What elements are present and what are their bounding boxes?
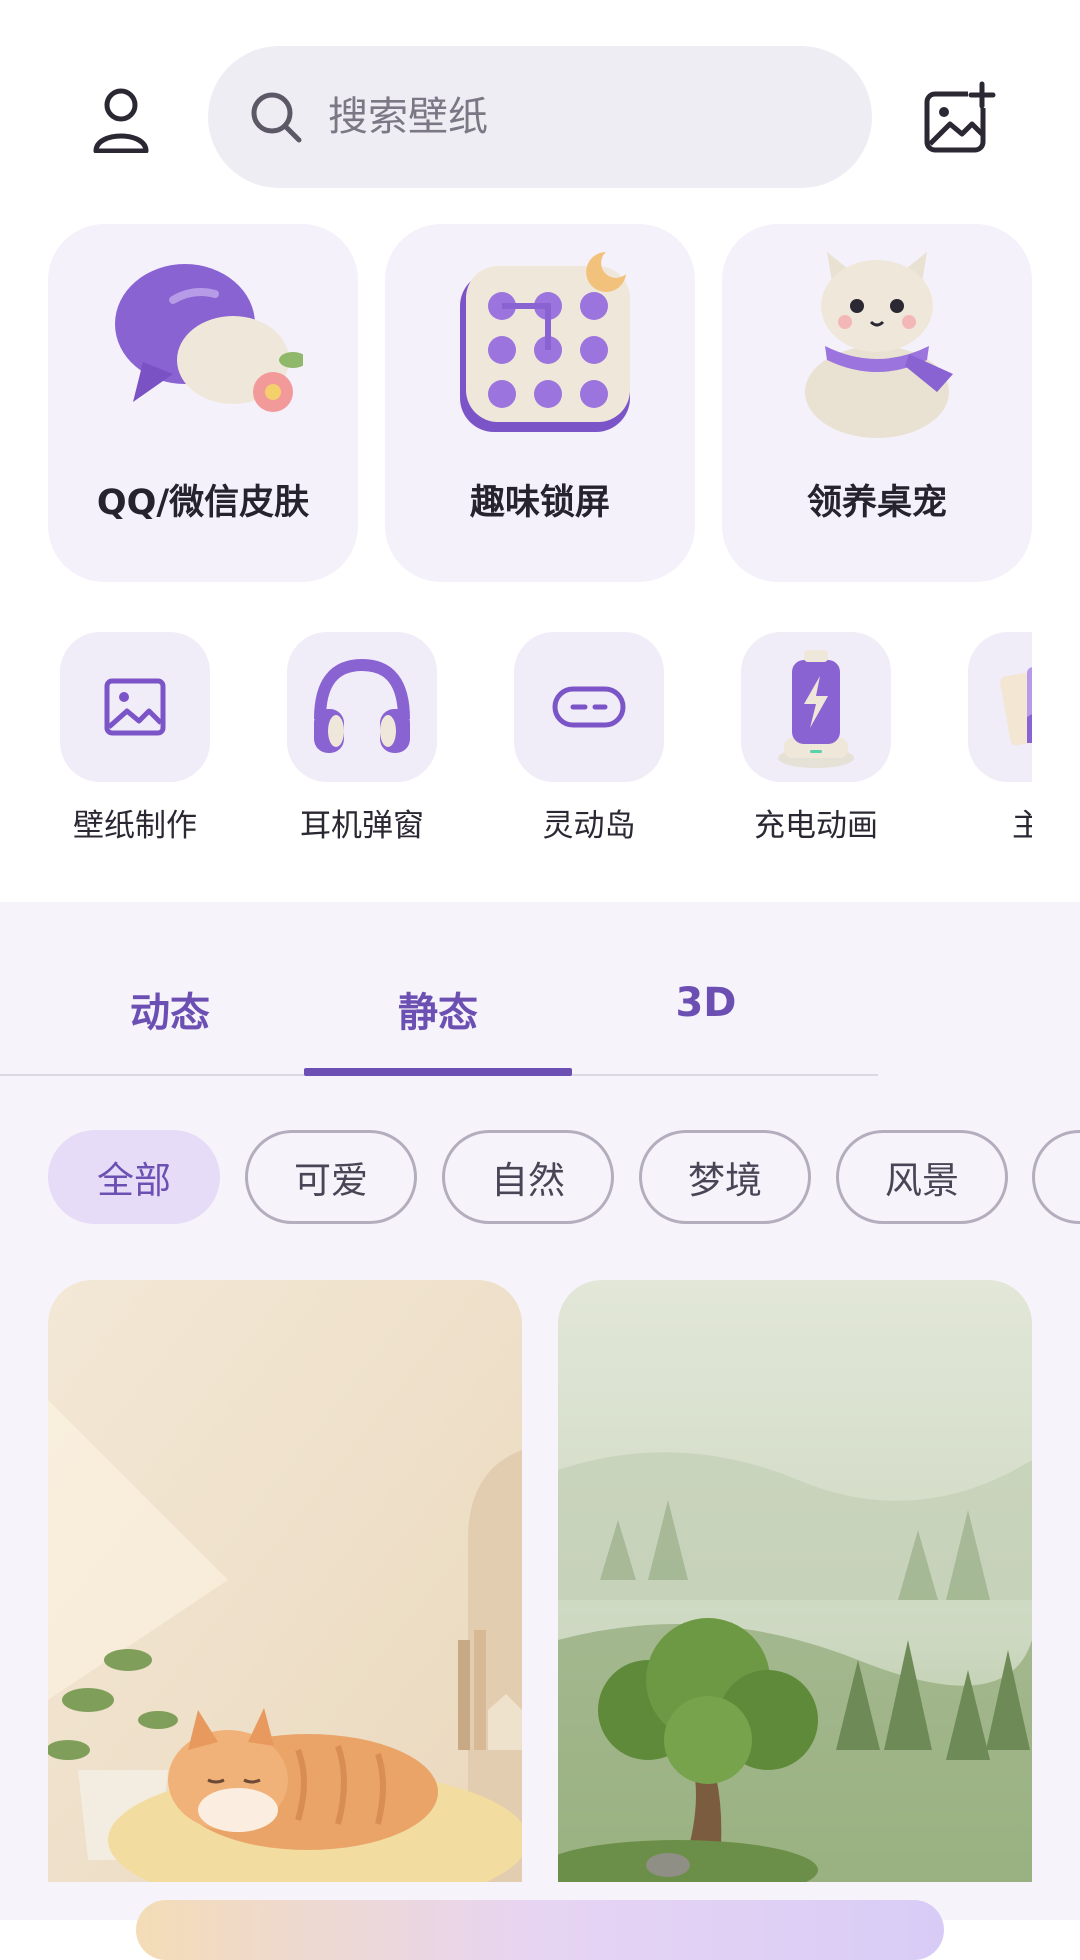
feature-card-label: QQ/微信皮肤 [96,483,310,523]
search-input[interactable] [326,93,850,141]
misty-forest-tree-wallpaper [558,1280,1032,1882]
feature-card-label: 趣味锁屏 [469,483,610,523]
tab-dynamic[interactable]: 动态 [36,980,304,1038]
chip-dream[interactable]: 梦境 [639,1130,811,1224]
feature-card-skin[interactable]: QQ/微信皮肤 [48,224,358,582]
chip-scenery[interactable]: 风景 [836,1130,1008,1224]
wallpaper-card[interactable] [48,1280,522,1882]
dynamic-island-icon [552,686,626,728]
wallpaper-card[interactable] [558,1280,1032,1882]
tool-label: 充电动画 [754,808,878,844]
chip-all[interactable]: 全部 [48,1130,220,1224]
chat-bubbles-icon [115,264,303,412]
image-plus-icon [924,81,996,153]
image-icon [104,678,166,736]
feature-card-label: 领养桌宠 [806,483,947,523]
battery-charging-icon [778,650,854,768]
tool-label: 灵动岛 [542,808,636,844]
theme-cards-icon [1000,667,1032,746]
sleeping-cat-wallpaper [48,1280,522,1882]
pattern-lock-icon [460,252,630,432]
tool-headphone-popup[interactable]: 耳机弹窗 [287,632,437,845]
chip-nature[interactable]: 自然 [442,1130,614,1224]
tool-label: 壁纸制作 [73,808,197,844]
tool-charging-animation[interactable]: 充电动画 [741,632,891,845]
tool-theme-partial[interactable]: 主题 [968,632,1032,872]
cat-pet-icon [805,252,953,438]
chip-cute[interactable]: 可爱 [245,1130,417,1224]
tool-wallpaper-maker[interactable]: 壁纸制作 [60,632,210,845]
tab-static[interactable]: 静态 [304,980,572,1038]
search-bar[interactable] [208,46,872,188]
tool-label: 耳机弹窗 [300,808,424,844]
bottom-banner-partial[interactable] [136,1900,944,1960]
tab-3d[interactable]: 3D [572,980,840,1026]
search-icon [251,92,302,143]
feature-card-pet[interactable]: 领养桌宠 [722,224,1032,582]
feature-card-lockscreen[interactable]: 趣味锁屏 [385,224,695,582]
add-wallpaper-button[interactable] [922,80,998,156]
tool-label: 主题 [1012,808,1032,844]
user-icon [93,88,149,153]
tab-active-indicator [304,1068,572,1076]
tool-dynamic-island[interactable]: 灵动岛 [514,632,664,845]
headphones-icon [314,658,410,753]
profile-button[interactable] [86,80,156,160]
